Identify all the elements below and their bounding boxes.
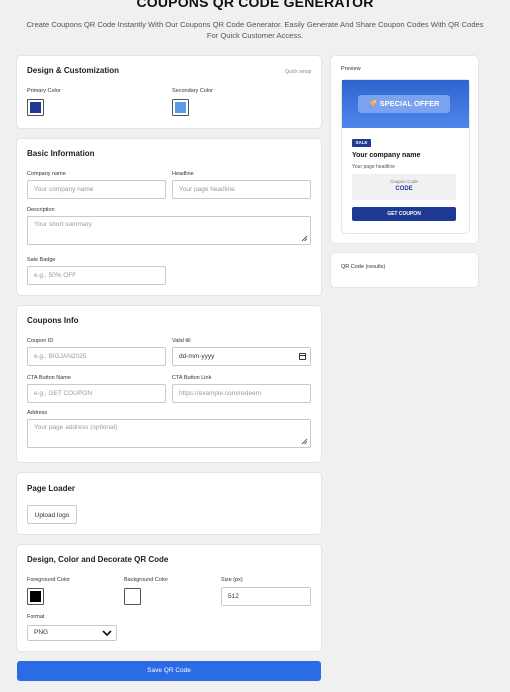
chevron-down-icon <box>102 630 112 636</box>
quick-setup-link[interactable]: Quick setup <box>285 69 311 75</box>
preview-title: Preview <box>341 66 361 72</box>
size-label: Size (px) <box>221 577 243 583</box>
valid-till-label: Valid till <box>172 338 191 344</box>
primary-color-fill <box>30 102 41 113</box>
preview-company-name: Your company name <box>352 152 421 159</box>
headline-label: Headline <box>172 171 194 177</box>
description-label: Description <box>27 207 55 213</box>
page-title: COUPONS QR CODE GENERATOR <box>136 0 374 10</box>
page-subtitle: Create Coupons QR Code Instantly With Ou… <box>26 20 484 40</box>
cta-link-label: CTA Button Link <box>172 375 212 381</box>
foreground-color-fill <box>30 591 41 602</box>
address-label: Address <box>27 410 48 416</box>
sale-badge-label: Sale Badge <box>27 257 56 263</box>
secondary-color-label: Secondary Color <box>172 88 213 94</box>
coupon-id-label: Coupon ID <box>27 338 54 344</box>
special-offer-pill: SPECIAL OFFER <box>358 95 450 113</box>
special-offer-text: SPECIAL OFFER <box>379 99 440 108</box>
qr-results-card <box>331 253 478 287</box>
qr-results-title: QR Code (results) <box>341 264 386 270</box>
secondary-color-fill <box>175 102 186 113</box>
page-loader-title: Page Loader <box>27 484 76 493</box>
coupon-code-box: Coupon Code CODE <box>352 174 456 200</box>
valid-till-date-input[interactable]: dd-mm-yyyy <box>172 347 311 366</box>
background-color-picker[interactable] <box>124 588 141 605</box>
calendar-icon[interactable] <box>299 353 306 360</box>
coupons-info-title: Coupons Info <box>27 316 79 325</box>
primary-color-label: Primary Color <box>27 88 61 94</box>
background-color-fill <box>127 591 138 602</box>
secondary-color-picker[interactable] <box>172 99 189 116</box>
design-title: Design & Customization <box>27 66 120 75</box>
address-textarea[interactable]: Your page address (optional) <box>27 419 311 448</box>
valid-till-value: dd-mm-yyyy <box>179 353 215 360</box>
size-input[interactable]: 512 <box>221 587 311 606</box>
description-textarea[interactable]: Your short summary <box>27 216 311 245</box>
get-coupon-button[interactable]: GET COUPON <box>352 207 456 221</box>
coupon-code-value: CODE <box>395 186 413 192</box>
resize-handle-icon[interactable] <box>301 438 308 445</box>
tag-icon <box>369 99 376 107</box>
format-select[interactable]: PNG <box>27 625 117 641</box>
preview-headline: Your page headline <box>352 164 395 170</box>
save-qr-code-button[interactable]: Save QR Code <box>17 661 321 681</box>
coupon-code-label: Coupon Code <box>390 179 418 184</box>
basic-info-title: Basic Information <box>27 149 95 158</box>
resize-handle-icon[interactable] <box>301 235 308 242</box>
background-color-label: Background Color <box>124 577 169 583</box>
address-placeholder: Your page address (optional) <box>34 424 118 431</box>
cta-name-label: CTA Button Name <box>27 375 71 381</box>
cta-link-input[interactable]: https://example.com/redeem <box>172 384 311 403</box>
format-label: Format <box>27 614 45 620</box>
upload-logo-button[interactable]: Upload logo <box>27 505 77 524</box>
preview-sale-badge: SALE <box>352 139 371 147</box>
format-value: PNG <box>34 629 49 636</box>
headline-input[interactable]: Your page headline <box>172 180 311 199</box>
foreground-color-label: Foreground Color <box>27 577 71 583</box>
description-placeholder: Your short summary <box>34 221 92 228</box>
qr-design-title: Design, Color and Decorate QR Code <box>27 555 169 564</box>
coupon-id-input[interactable]: e.g., BIGJAN2025 <box>27 347 166 366</box>
company-name-label: Company name <box>27 171 66 177</box>
cta-name-input[interactable]: e.g., GET COUPON <box>27 384 166 403</box>
company-name-input[interactable]: Your company name <box>27 180 166 199</box>
primary-color-picker[interactable] <box>27 99 44 116</box>
foreground-color-picker[interactable] <box>27 588 44 605</box>
sale-badge-input[interactable]: e.g., 50% OFF <box>27 266 166 285</box>
